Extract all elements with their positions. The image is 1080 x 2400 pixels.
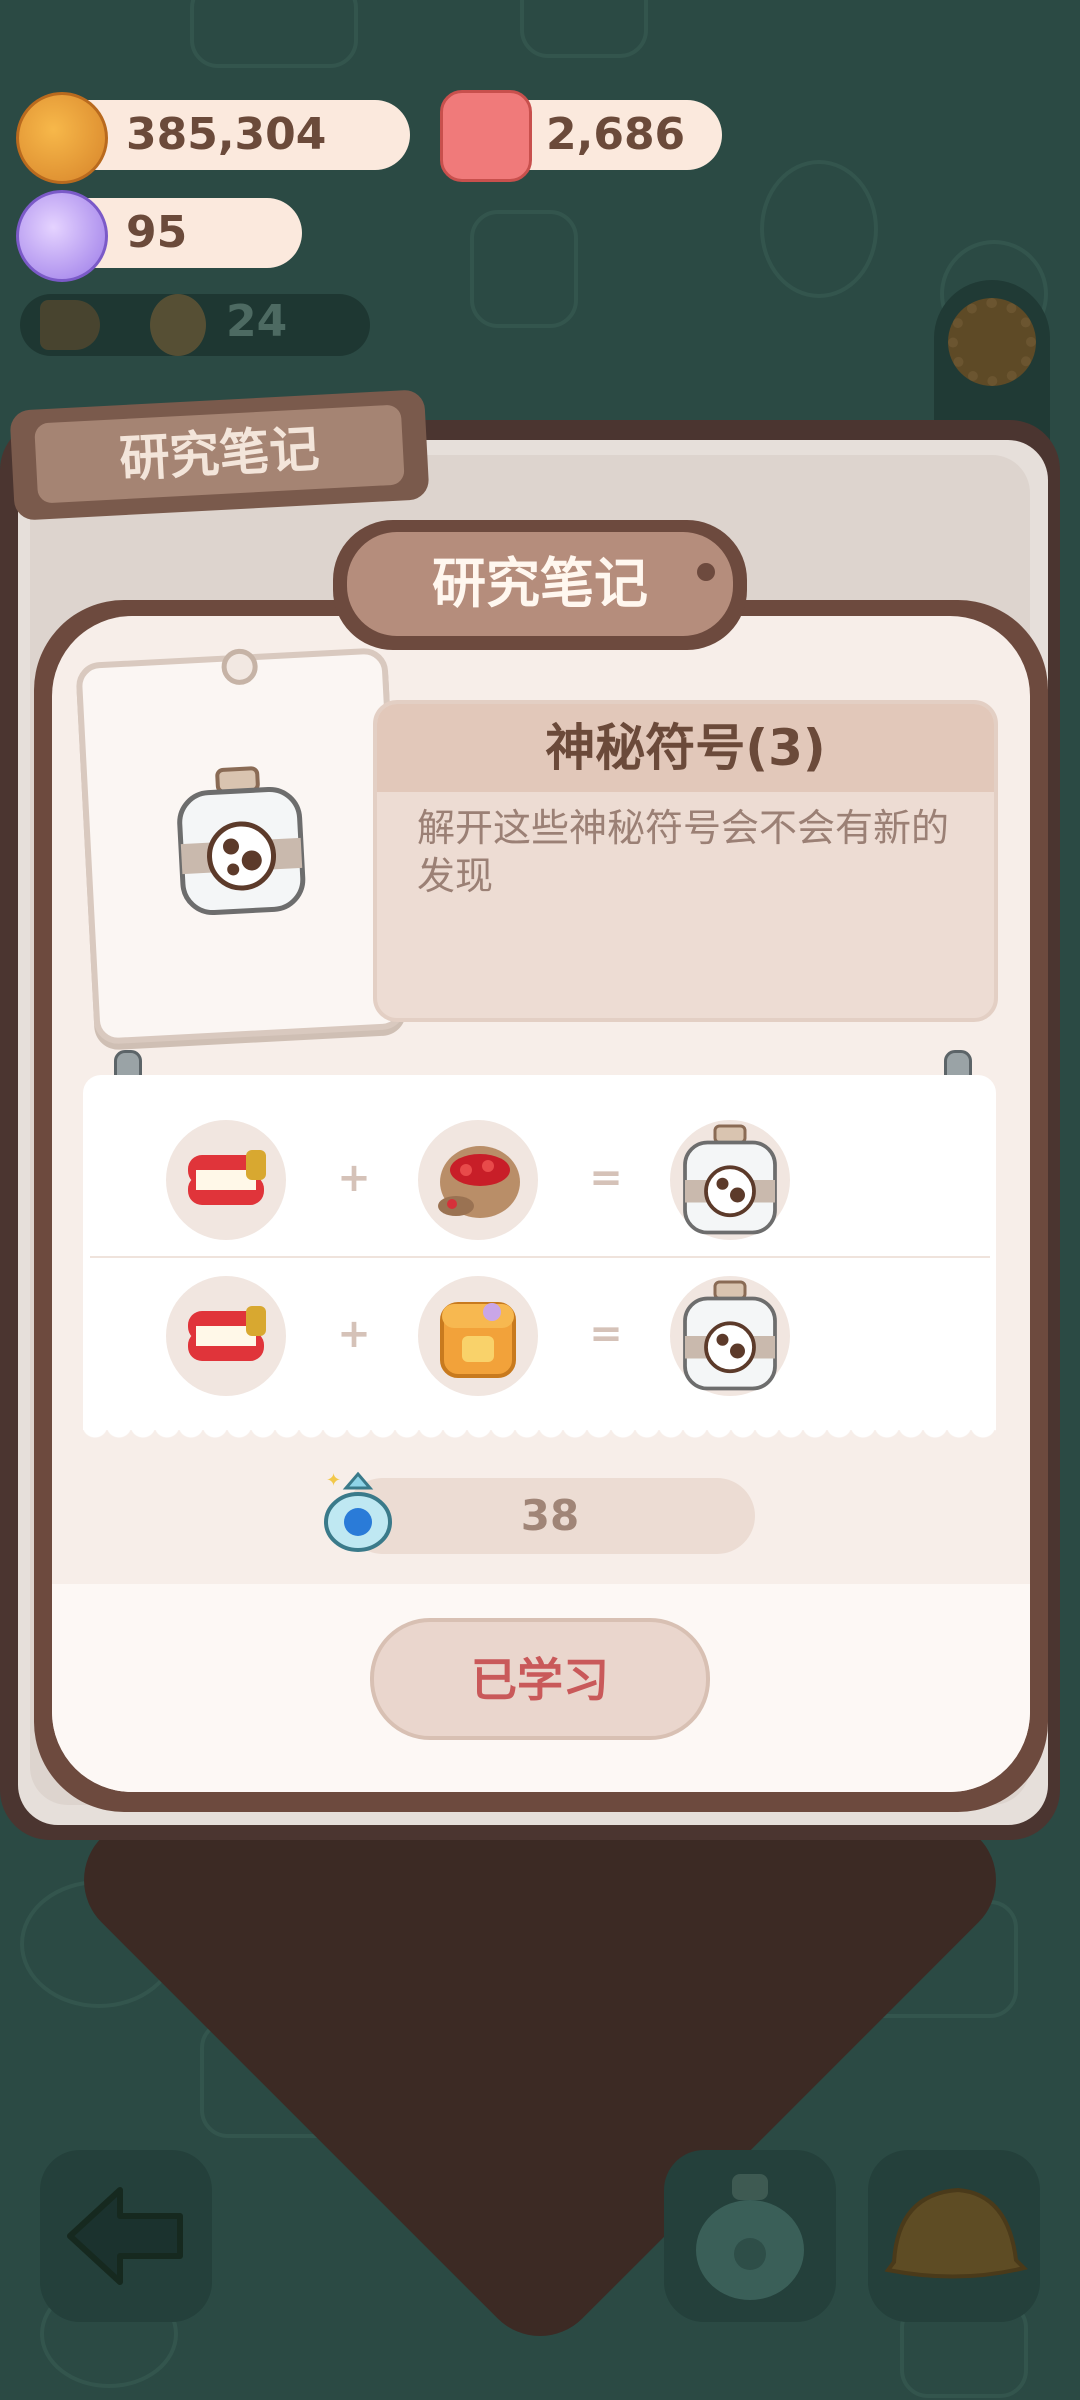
tag-hole <box>220 647 259 686</box>
svg-text:✦: ✦ <box>326 1470 341 1491</box>
dentures-icon <box>188 1150 266 1205</box>
mystery-bottle-icon <box>683 1124 777 1235</box>
recipe-2-ingredient-a[interactable] <box>166 1276 286 1396</box>
orange-bag-icon <box>440 1302 516 1378</box>
red-beans-sack-icon <box>438 1146 520 1218</box>
book-tab-label: 研究笔记 <box>34 404 405 504</box>
recipe-2-ingredient-b[interactable] <box>418 1276 538 1396</box>
panel-title: 研究笔记 <box>347 532 733 636</box>
hardhat-button[interactable] <box>868 2150 1040 2322</box>
item-info: 神秘符号(3) 解开这些神秘符号会不会有新的发现 <box>373 700 998 1022</box>
potion-button[interactable] <box>664 2150 836 2322</box>
candy-icon <box>16 190 108 282</box>
megaphone-icon <box>40 300 100 350</box>
mystery-bottle-icon <box>683 1280 777 1391</box>
recipe-2-result[interactable] <box>670 1276 790 1396</box>
item-description: 解开这些神秘符号会不会有新的发现 <box>417 806 950 898</box>
cost-bar: 38 <box>345 1478 755 1554</box>
notice-count: 24 <box>226 296 288 347</box>
dentures-icon <box>188 1306 266 1361</box>
recipe-1-ingredient-a[interactable] <box>166 1120 286 1240</box>
notice-row[interactable]: 24 <box>20 294 370 356</box>
cookie-icon <box>16 92 108 184</box>
recipe-2-plus: + <box>337 1311 371 1357</box>
plaque-nail-right <box>697 563 715 581</box>
back-button[interactable] <box>40 2150 212 2322</box>
item-name: 神秘符号(3) <box>377 704 994 792</box>
recipe-1-plus: + <box>337 1155 371 1201</box>
arrow-left-icon <box>67 2187 183 2285</box>
gear-icon[interactable] <box>948 298 1036 386</box>
book-tab: 研究笔记 <box>9 389 430 521</box>
candy-count: 95 <box>126 207 188 258</box>
recipe-1-result[interactable] <box>670 1120 790 1240</box>
learned-button[interactable]: 已学习 <box>370 1618 710 1740</box>
candle-icon <box>440 90 532 182</box>
sheet-wave-edge <box>83 1425 996 1447</box>
recipe-1-equals: = <box>589 1155 623 1201</box>
candle-count: 2,686 <box>546 109 686 160</box>
recipe-2-equals: = <box>589 1311 623 1357</box>
learned-button-label: 已学习 <box>471 1653 609 1707</box>
recipe-divider <box>90 1256 990 1258</box>
hardhat-icon <box>884 2187 1028 2279</box>
cookie-man-icon <box>150 294 206 356</box>
recipe-1-ingredient-b[interactable] <box>418 1120 538 1240</box>
mystery-bottle-icon <box>177 766 306 916</box>
cost-value: 38 <box>520 1491 580 1540</box>
item-tag <box>75 647 407 1045</box>
title-plaque: 研究笔记 <box>333 520 747 650</box>
blue-gem-pouch-icon: ✦ <box>324 1470 392 1552</box>
potion-bottle-icon <box>696 2174 804 2300</box>
cookie-count: 385,304 <box>126 109 327 160</box>
